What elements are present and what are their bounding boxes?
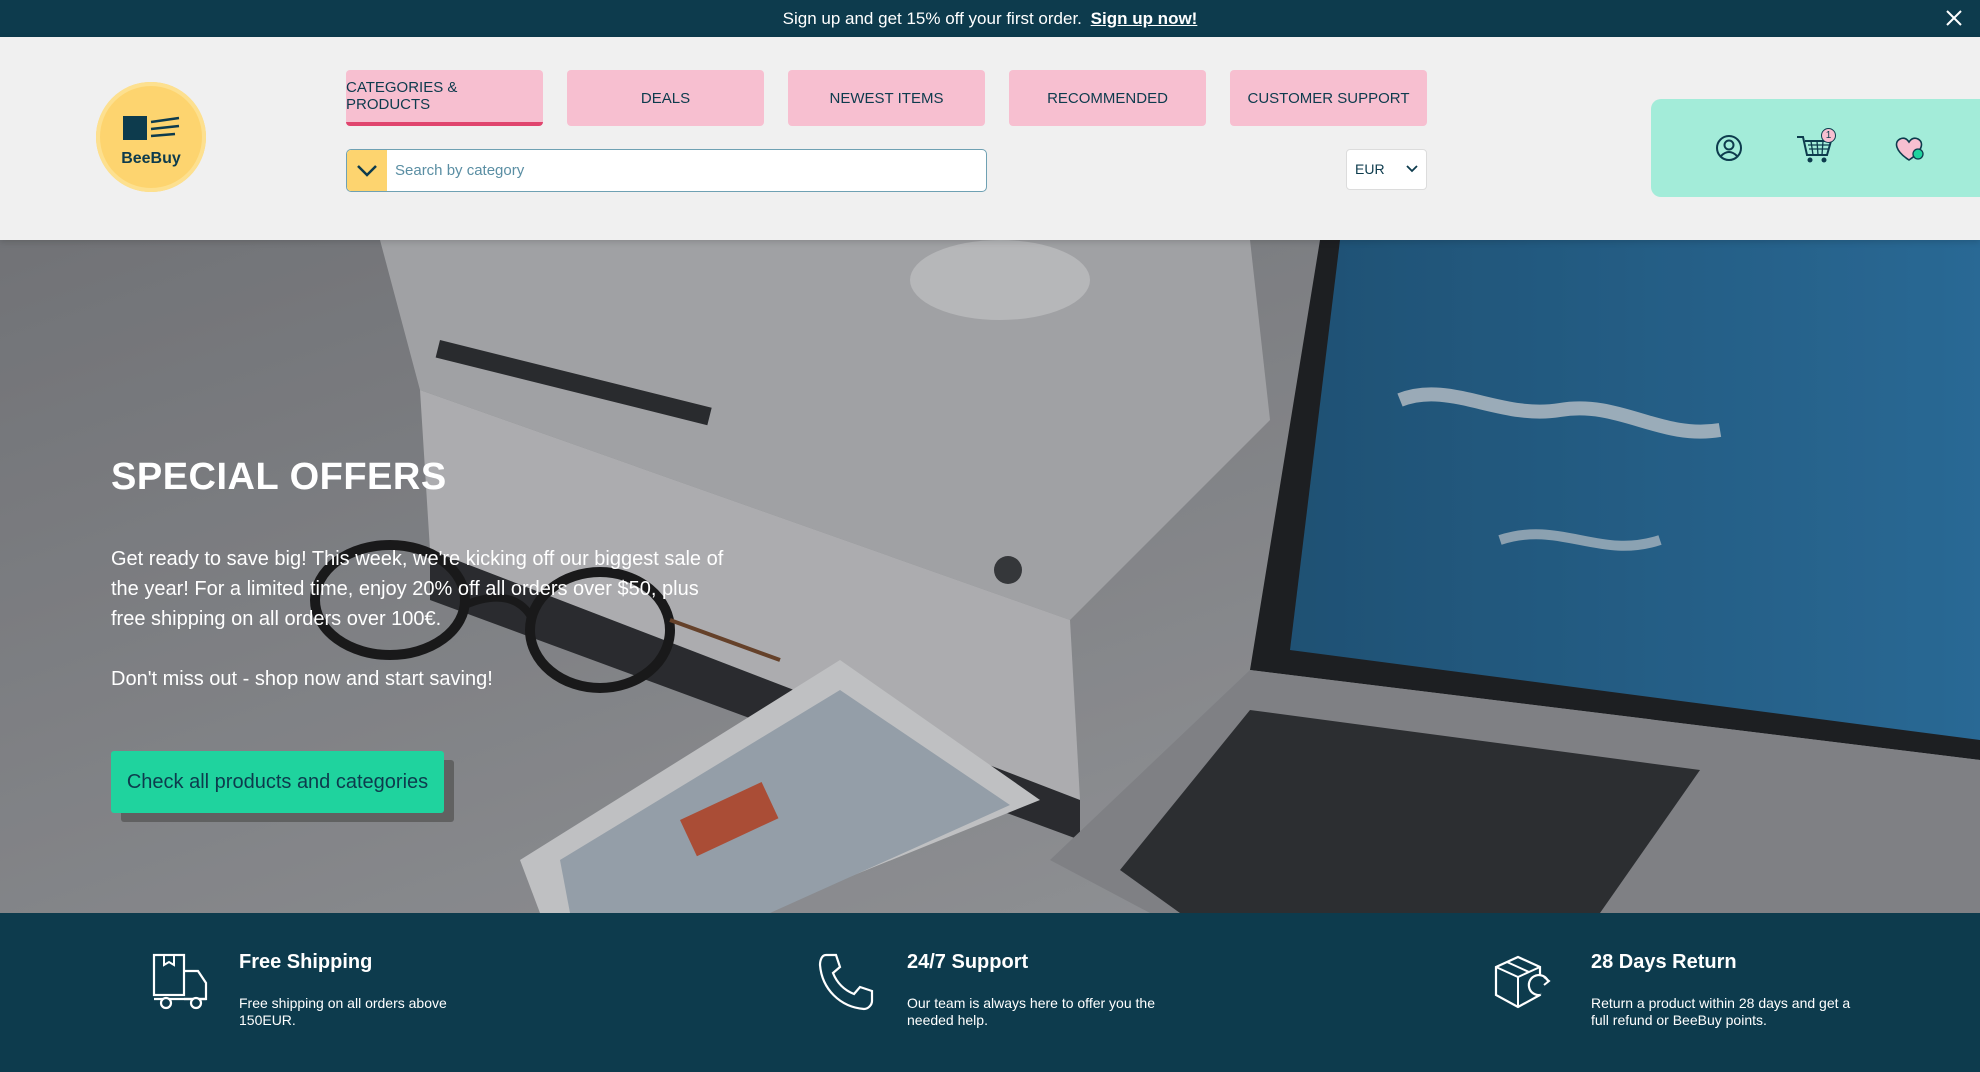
cart-count-badge: 1 [1821, 128, 1836, 143]
hero-title: SPECIAL OFFERS [111, 456, 447, 498]
currency-value: EUR [1355, 161, 1385, 177]
search-bar [346, 149, 987, 192]
tab-newest-items[interactable]: NEWEST ITEMS [788, 70, 985, 126]
check-products-button[interactable]: Check all products and categories [111, 751, 444, 813]
phone-icon [818, 953, 874, 1011]
features-bar: Free Shipping Free shipping on all order… [0, 913, 1980, 1072]
brand-name: BeeBuy [121, 150, 181, 167]
chevron-down-icon [1406, 165, 1418, 173]
tab-recommended[interactable]: RECOMMENDED [1009, 70, 1206, 126]
header-actions: 1 [1651, 99, 1980, 197]
feature-description: Our team is always here to offer you the… [907, 995, 1155, 1028]
hero-paragraph-2: Don't miss out - shop now and start savi… [111, 668, 493, 690]
cart-button[interactable]: 1 [1793, 128, 1839, 167]
return-box-icon [1494, 955, 1551, 1009]
chevron-down-icon [357, 164, 377, 177]
feature-title: 24/7 Support [907, 951, 1029, 973]
user-circle-icon[interactable] [1709, 129, 1749, 167]
brand-logo[interactable]: BeeBuy [96, 82, 206, 192]
search-input[interactable] [395, 150, 975, 191]
hero-banner: SPECIAL OFFERS Get ready to save big! Th… [0, 240, 1980, 913]
tab-deals[interactable]: DEALS [567, 70, 764, 126]
currency-select[interactable]: EUR [1346, 149, 1427, 190]
feature-description: Free shipping on all orders above 150EUR… [239, 995, 447, 1028]
category-dropdown-button[interactable] [347, 150, 387, 191]
feature-title: Free Shipping [239, 951, 373, 973]
feature-description: Return a product within 28 days and get … [1591, 995, 1851, 1028]
logo-mark-icon [123, 116, 180, 140]
main-nav: CATEGORIES & PRODUCTS DEALS NEWEST ITEMS… [346, 70, 1427, 126]
tab-customer-support[interactable]: CUSTOMER SUPPORT [1230, 70, 1427, 126]
promo-text: Sign up and get 15% off your first order… [782, 9, 1082, 28]
promo-bar: Sign up and get 15% off your first order… [0, 0, 1980, 37]
heart-icon[interactable] [1889, 129, 1929, 167]
hero-paragraph: Get ready to save big! This week, we're … [111, 548, 724, 630]
sign-up-link[interactable]: Sign up now! [1091, 9, 1198, 28]
delivery-truck-icon [152, 953, 208, 1010]
close-icon[interactable] [1944, 8, 1964, 28]
site-header: BeeBuy CATEGORIES & PRODUCTS DEALS NEWES… [0, 37, 1980, 240]
tab-categories-products[interactable]: CATEGORIES & PRODUCTS [346, 70, 543, 126]
feature-title: 28 Days Return [1591, 951, 1737, 973]
